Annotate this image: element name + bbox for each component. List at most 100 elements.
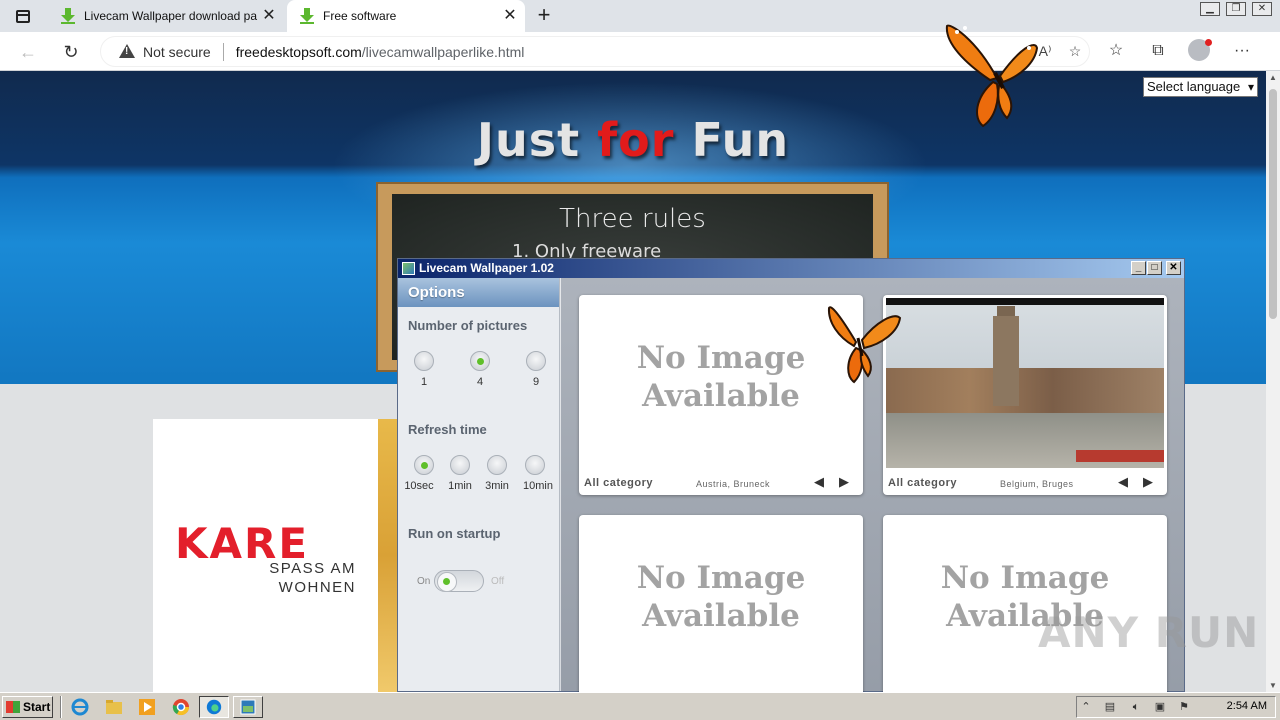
url-path: /livecamwallpaperlike.html xyxy=(361,43,525,60)
camera-card[interactable]: All category Belgium, Bruges ◀ ▶ xyxy=(883,295,1167,495)
no-image-placeholder: No Image Available xyxy=(579,559,863,635)
tab-close-icon[interactable]: ✕ xyxy=(258,5,280,27)
start-button[interactable]: Start xyxy=(2,696,53,718)
placeholder-line: Available xyxy=(642,378,800,414)
refresh-option-label: 10min xyxy=(523,480,553,492)
toggle-indicator xyxy=(443,578,450,585)
url-host: freedesktopsoft.com xyxy=(235,43,362,60)
tab-livecam-download[interactable]: Livecam Wallpaper download pa ✕ xyxy=(48,0,284,32)
media-player-icon[interactable] xyxy=(137,697,157,717)
ad-image-strip xyxy=(378,419,398,692)
tab-actions-button[interactable] xyxy=(8,5,38,27)
hero-title: Just for Fun xyxy=(0,113,1266,167)
pictures-radio-1[interactable] xyxy=(414,351,434,371)
pictures-option-label: 1 xyxy=(420,376,428,388)
refresh-radio-3min[interactable] xyxy=(487,455,507,475)
address-bar-icons: A⁾ ☆ xyxy=(1035,41,1085,61)
scroll-up-icon[interactable]: ▲ xyxy=(1269,73,1277,82)
previous-camera-icon[interactable]: ◀ xyxy=(1118,474,1128,490)
url-text[interactable]: freedesktopsoft.com/livecamwallpaperlike… xyxy=(236,44,525,60)
minimize-icon[interactable]: _ xyxy=(1131,261,1146,275)
scroll-thumb[interactable] xyxy=(1269,89,1277,319)
edge-taskbar-button[interactable] xyxy=(199,696,229,718)
tab-title: Free software xyxy=(323,9,397,23)
webcam-timestamp-bar xyxy=(886,298,1164,305)
chrome-icon[interactable] xyxy=(171,697,191,717)
language-select[interactable]: Select language xyxy=(1143,77,1258,97)
hero-title-part1: Just xyxy=(476,113,598,167)
windows-flag-icon xyxy=(6,701,20,713)
page-scrollbar[interactable]: ▲ ▼ xyxy=(1266,71,1280,692)
pictures-option-label: 4 xyxy=(476,376,484,388)
tray-expand-icon[interactable]: ⌃ xyxy=(1079,700,1093,714)
window-controls: ▁ ❐ ✕ xyxy=(1200,2,1272,16)
refresh-option-label: 1min xyxy=(448,480,472,492)
refresh-icon[interactable]: ↻ xyxy=(58,39,84,65)
previous-camera-icon[interactable]: ◀ xyxy=(814,474,824,490)
camera-card[interactable]: No Image Available All category Austria, … xyxy=(579,295,863,495)
scroll-down-icon[interactable]: ▼ xyxy=(1269,681,1277,690)
internet-explorer-icon[interactable] xyxy=(70,697,90,717)
next-camera-icon[interactable]: ▶ xyxy=(839,474,849,490)
pictures-radio-9[interactable] xyxy=(526,351,546,371)
app-titlebar[interactable]: Livecam Wallpaper 1.02 _ □ ✕ xyxy=(398,259,1184,278)
more-menu-icon[interactable]: ··· xyxy=(1230,39,1254,63)
refresh-radio-1min[interactable] xyxy=(450,455,470,475)
hero-title-part2: for xyxy=(597,113,675,167)
webcam-awning xyxy=(1076,450,1164,462)
system-tray: ⌃ ▤ 🔈︎ ▣ ⚑ 2:54 AM xyxy=(1076,696,1276,718)
action-center-flag-icon[interactable]: ⚑ xyxy=(1177,700,1191,714)
refresh-radio-10sec[interactable] xyxy=(414,455,434,475)
placeholder-line: No Image xyxy=(940,560,1110,596)
browser-toolbar: ← ↻ Not secure freedesktopsoft.com/livec… xyxy=(0,32,1280,71)
no-image-placeholder: No Image Available xyxy=(579,339,863,415)
camera-card[interactable]: No Image Available xyxy=(579,515,863,715)
tab-close-icon[interactable]: ✕ xyxy=(499,5,521,27)
ad-tagline: SPASS AM xyxy=(269,560,356,577)
anyrun-watermark: ANY RUN xyxy=(1038,608,1260,657)
add-favorite-icon[interactable]: ☆ xyxy=(1065,41,1085,61)
webcam-buildings xyxy=(886,368,1164,418)
avatar xyxy=(1188,39,1212,61)
address-bar[interactable]: Not secure freedesktopsoft.com/livecamwa… xyxy=(100,36,1090,67)
maximize-icon[interactable]: □ xyxy=(1147,261,1162,275)
taskbar-clock[interactable]: 2:54 AM xyxy=(1227,700,1267,712)
refresh-option-label: 10sec xyxy=(404,480,434,492)
webcam-belfry xyxy=(993,316,1019,406)
ad-tagline: WOHNEN xyxy=(278,579,356,596)
refresh-option-label: 3min xyxy=(485,480,509,492)
network-icon[interactable]: ▣ xyxy=(1153,700,1167,714)
pictures-option-label: 9 xyxy=(532,376,540,388)
livecam-taskbar-button[interactable] xyxy=(233,696,263,718)
security-label[interactable]: Not secure xyxy=(143,44,211,60)
startup-toggle[interactable] xyxy=(434,570,484,592)
tray-app-icon[interactable]: ▤ xyxy=(1103,700,1117,714)
tab-free-software[interactable]: Free software ✕ xyxy=(287,0,525,32)
placeholder-line: Available xyxy=(642,598,800,634)
camera-category[interactable]: All category xyxy=(584,477,653,489)
close-icon[interactable]: ✕ xyxy=(1166,261,1181,275)
collections-icon[interactable]: ⧉ xyxy=(1146,39,1170,63)
refresh-label: Refresh time xyxy=(408,422,487,437)
advertisement[interactable]: KARE SPASS AM WOHNEN xyxy=(153,419,379,692)
options-panel: Options Number of pictures 1 4 9 Refresh… xyxy=(398,278,560,691)
camera-location: Austria, Bruneck xyxy=(696,479,771,489)
download-arrow-icon xyxy=(60,8,76,24)
restore-icon[interactable]: ❐ xyxy=(1226,2,1246,16)
back-arrow-icon[interactable]: ← xyxy=(15,39,41,65)
next-camera-icon[interactable]: ▶ xyxy=(1143,474,1153,490)
close-icon[interactable]: ✕ xyxy=(1252,2,1272,16)
refresh-radio-10min[interactable] xyxy=(525,455,545,475)
browser-tab-strip: Livecam Wallpaper download pa ✕ Free sof… xyxy=(0,0,1280,32)
new-tab-button[interactable]: + xyxy=(532,4,556,28)
file-explorer-icon[interactable] xyxy=(104,697,124,717)
tab-actions-icon xyxy=(16,9,30,23)
pictures-radio-4[interactable] xyxy=(470,351,490,371)
favorites-icon[interactable]: ☆ xyxy=(1104,39,1128,63)
volume-icon[interactable]: 🔈︎ xyxy=(1129,700,1143,714)
profile-button[interactable] xyxy=(1188,39,1212,63)
minimize-icon[interactable]: ▁ xyxy=(1200,2,1220,16)
download-arrow-icon xyxy=(299,8,315,24)
divider xyxy=(222,42,224,61)
camera-category[interactable]: All category xyxy=(888,477,957,489)
